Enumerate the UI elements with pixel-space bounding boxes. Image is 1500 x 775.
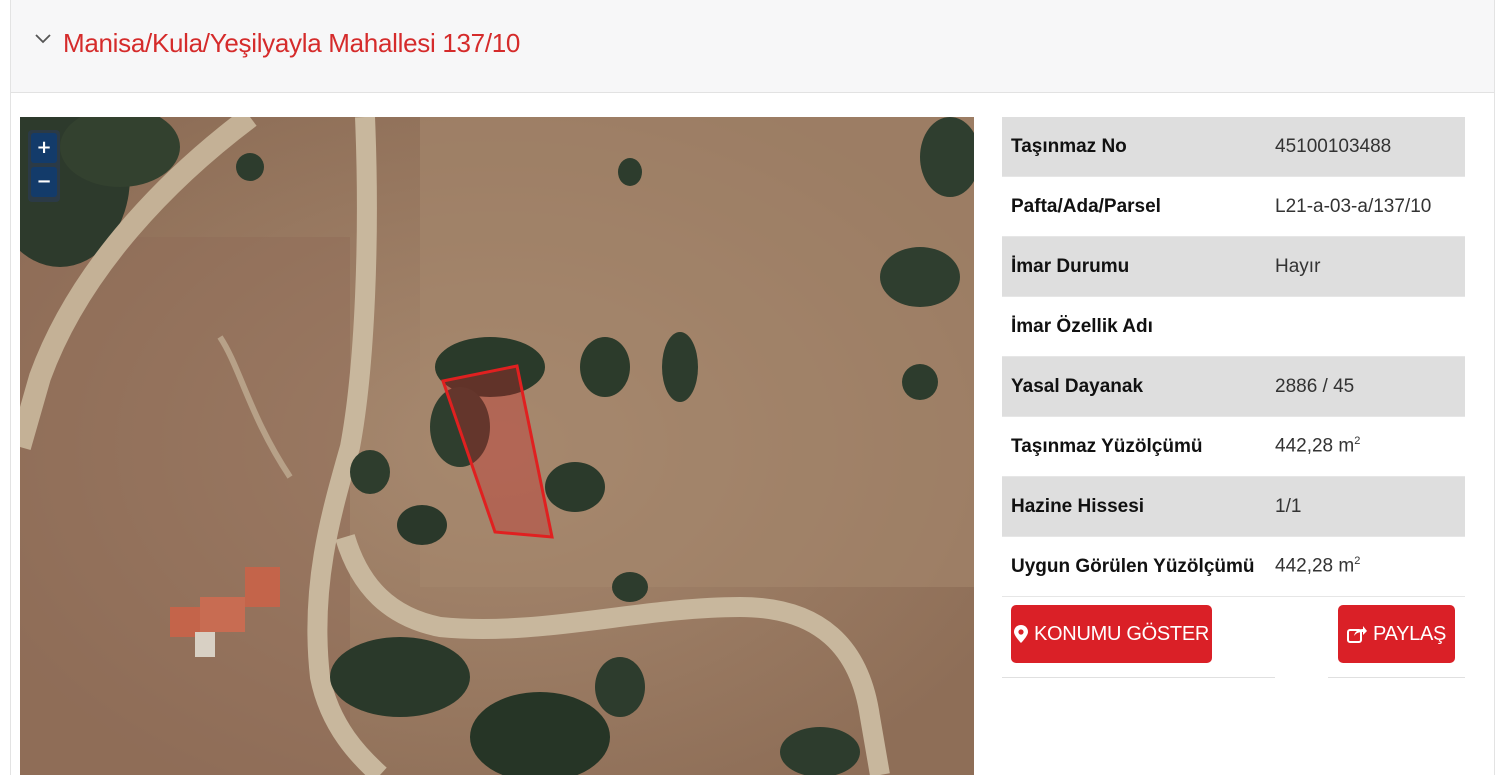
- action-bar: KONUMU GÖSTER PAYLAŞ: [1002, 590, 1465, 678]
- table-row: Taşınmaz Yüzölçümü 442,28 m2: [1002, 417, 1465, 477]
- show-location-button[interactable]: KONUMU GÖSTER: [1011, 605, 1212, 663]
- table-row: Hazine Hissesi 1/1: [1002, 477, 1465, 537]
- row-label: Pafta/Ada/Parsel: [1011, 195, 1161, 217]
- row-value: 1/1: [1275, 495, 1302, 517]
- share-icon: [1346, 626, 1367, 643]
- row-value: L21-a-03-a/137/10: [1275, 195, 1432, 217]
- zoom-in-button[interactable]: +: [31, 133, 57, 163]
- show-location-label: KONUMU GÖSTER: [1034, 622, 1209, 645]
- table-row: İmar Özellik Adı: [1002, 297, 1465, 357]
- share-button[interactable]: PAYLAŞ: [1338, 605, 1455, 663]
- row-label: İmar Özellik Adı: [1011, 315, 1153, 337]
- unit-superscript: 2: [1354, 555, 1361, 568]
- row-label: Hazine Hissesi: [1011, 495, 1145, 517]
- unit-superscript: 2: [1354, 435, 1361, 448]
- row-value: 442,28 m2: [1275, 555, 1360, 577]
- area-value: 442,28 m: [1275, 555, 1355, 577]
- parcel-info-table: Taşınmaz No 45100103488 Pafta/Ada/Parsel…: [1002, 117, 1465, 597]
- zoom-control: + −: [28, 130, 60, 202]
- divider: [1328, 677, 1465, 678]
- table-row: Taşınmaz No 45100103488: [1002, 117, 1465, 177]
- row-value: Hayır: [1275, 255, 1321, 277]
- map-imagery: [20, 117, 974, 775]
- row-value: 45100103488: [1275, 135, 1392, 157]
- satellite-map[interactable]: + −: [20, 117, 974, 775]
- row-label: Uygun Görülen Yüzölçümü: [1011, 555, 1255, 577]
- row-label: Taşınmaz Yüzölçümü: [1011, 435, 1203, 457]
- row-label: İmar Durumu: [1011, 255, 1130, 277]
- chevron-down-icon[interactable]: [33, 28, 53, 48]
- table-row: İmar Durumu Hayır: [1002, 237, 1465, 297]
- table-row: Uygun Görülen Yüzölçümü 442,28 m2: [1002, 537, 1465, 597]
- share-label: PAYLAŞ: [1372, 622, 1447, 645]
- table-row: Yasal Dayanak 2886 / 45: [1002, 357, 1465, 417]
- map-marker-icon: [1014, 625, 1028, 643]
- row-label: Yasal Dayanak: [1011, 375, 1144, 397]
- row-value: 442,28 m2: [1275, 435, 1360, 457]
- page-title[interactable]: Manisa/Kula/Yeşilyayla Mahallesi 137/10: [63, 28, 520, 59]
- divider: [1002, 677, 1275, 678]
- zoom-out-button[interactable]: −: [31, 167, 57, 197]
- panel-header[interactable]: Manisa/Kula/Yeşilyayla Mahallesi 137/10: [11, 0, 1494, 93]
- row-label: Taşınmaz No: [1011, 135, 1127, 157]
- area-value: 442,28 m: [1275, 435, 1355, 457]
- row-value: 2886 / 45: [1275, 375, 1355, 397]
- table-row: Pafta/Ada/Parsel L21-a-03-a/137/10: [1002, 177, 1465, 237]
